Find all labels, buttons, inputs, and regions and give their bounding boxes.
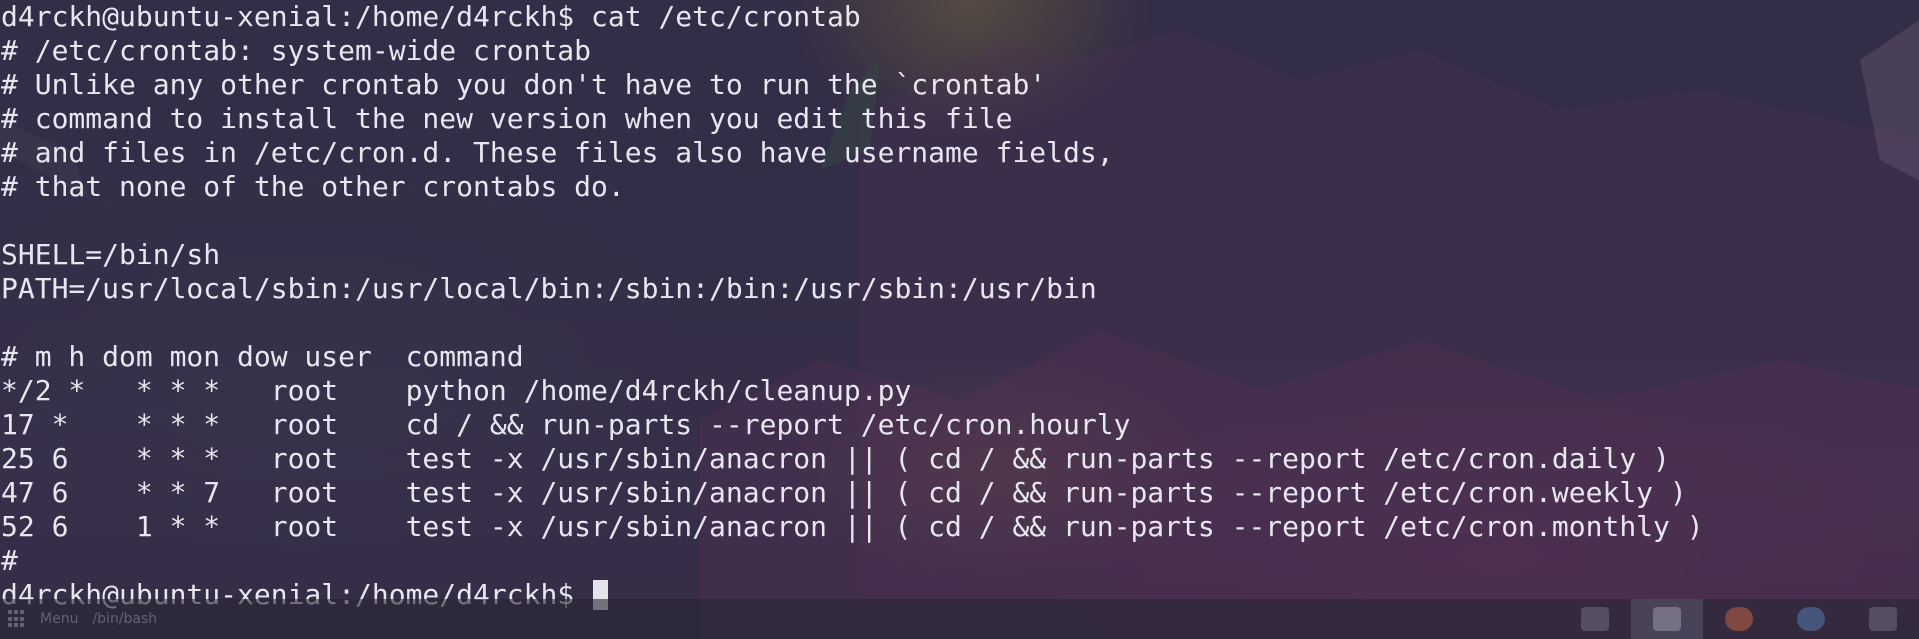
terminal-line: SHELL=/bin/sh: [1, 238, 221, 271]
tray-firefox-button[interactable]: [1703, 599, 1775, 639]
files-icon: [1869, 607, 1897, 631]
terminal-line: # command to install the new version whe…: [1, 102, 1013, 135]
task-manager-icon: [1581, 607, 1609, 631]
terminal-line: # /etc/crontab: system-wide crontab: [1, 34, 592, 67]
crontab-header-line: # m h dom mon dow user command: [1, 340, 524, 373]
tray-files-button[interactable]: [1847, 599, 1919, 639]
crontab-entry: 47 6 * * 7 root test -x /usr/sbin/anacro…: [1, 476, 1687, 509]
crontab-entry: 25 6 * * * root test -x /usr/sbin/anacro…: [1, 442, 1670, 475]
terminal-line: #: [1, 544, 18, 577]
tray-terminal-button[interactable]: [1631, 599, 1703, 639]
terminal-icon: [1653, 607, 1681, 631]
apps-grid-icon[interactable]: [8, 610, 26, 628]
terminal-line: # Unlike any other crontab you don't hav…: [1, 68, 1047, 101]
system-tray: [1559, 599, 1919, 639]
tray-task-manager-button[interactable]: [1559, 599, 1631, 639]
terminal-line: PATH=/usr/local/sbin:/usr/local/bin:/sbi…: [1, 272, 1097, 305]
menu-button[interactable]: Menu: [40, 611, 78, 627]
firefox-icon: [1725, 607, 1753, 631]
taskbar: Menu /bin/bash: [0, 599, 1919, 639]
terminal-line: # and files in /etc/cron.d. These files …: [1, 136, 1114, 169]
taskbar-task-bash[interactable]: /bin/bash: [92, 611, 157, 627]
tray-chromium-button[interactable]: [1775, 599, 1847, 639]
terminal-line: # that none of the other crontabs do.: [1, 170, 625, 203]
crontab-entry: 52 6 1 * * root test -x /usr/sbin/anacro…: [1, 510, 1704, 543]
chromium-icon: [1797, 607, 1825, 631]
terminal-window[interactable]: d4rckh@ubuntu-xenial:/home/d4rckh$ cat /…: [0, 0, 1919, 611]
crontab-entry: 17 * * * * root cd / && run-parts --repo…: [1, 408, 1131, 441]
crontab-entry: */2 * * * * root python /home/d4rckh/cle…: [1, 374, 912, 407]
terminal-line-command: d4rckh@ubuntu-xenial:/home/d4rckh$ cat /…: [1, 0, 861, 33]
taskbar-left: Menu /bin/bash: [0, 599, 157, 639]
